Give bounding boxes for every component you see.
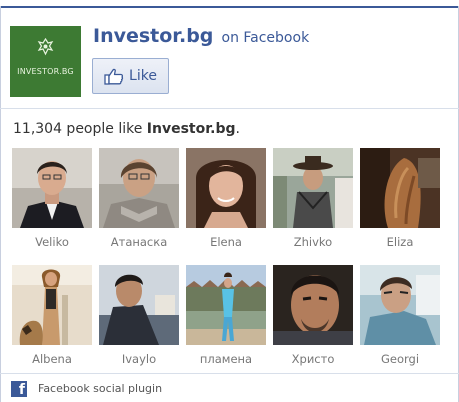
social-plugin-link[interactable]: Facebook social plugin [38, 382, 162, 395]
fan-name: Albena [32, 352, 72, 366]
like-button-label: Like [129, 68, 157, 84]
on-facebook-label: on Facebook [221, 30, 310, 46]
fan-avatar [99, 148, 179, 228]
fan-count-prefix: 11,304 people like [13, 121, 147, 137]
page-logo[interactable]: INVESTOR.BG [10, 26, 81, 97]
fan-avatar [186, 148, 266, 228]
fan-avatar [273, 148, 353, 228]
like-box-footer: f Facebook social plugin [0, 373, 459, 402]
fan-name: Georgi [380, 352, 420, 366]
title-row: Investor.bg on Facebook [93, 25, 309, 47]
fan-name: Христо [291, 352, 335, 366]
like-box-header: INVESTOR.BG Investor.bg on Facebook Like [0, 8, 459, 109]
fan-avatar [273, 265, 353, 345]
facebook-like-box: INVESTOR.BG Investor.bg on Facebook Like… [0, 0, 459, 402]
fan-name: Elena [210, 235, 242, 249]
fan-avatar [360, 148, 440, 228]
fan-name: Veliko [35, 235, 69, 249]
like-button[interactable]: Like [92, 58, 169, 94]
fan-name: Ivaylo [121, 352, 157, 366]
fan-avatar [99, 265, 179, 345]
fan-name: Eliza [386, 235, 414, 249]
fan-name: пламена [199, 352, 253, 366]
fan-count-page-name: Investor.bg [146, 121, 236, 137]
fan-avatar [12, 148, 92, 228]
fan-name: Zhivko [293, 235, 333, 249]
fan-count: 11,304 people like Investor.bg. [13, 121, 240, 137]
fan-name: Атанаска [110, 235, 168, 249]
thumbs-up-icon [104, 68, 124, 85]
fan-avatar [360, 265, 440, 345]
logo-emblem-icon [37, 38, 54, 56]
logo-text: INVESTOR.BG [17, 67, 74, 76]
fan-count-suffix: . [235, 121, 240, 137]
fan-avatar [12, 265, 92, 345]
facebook-logo-icon[interactable]: f [11, 381, 27, 398]
fan-avatar [186, 265, 266, 345]
page-name-link[interactable]: Investor.bg [93, 25, 213, 47]
